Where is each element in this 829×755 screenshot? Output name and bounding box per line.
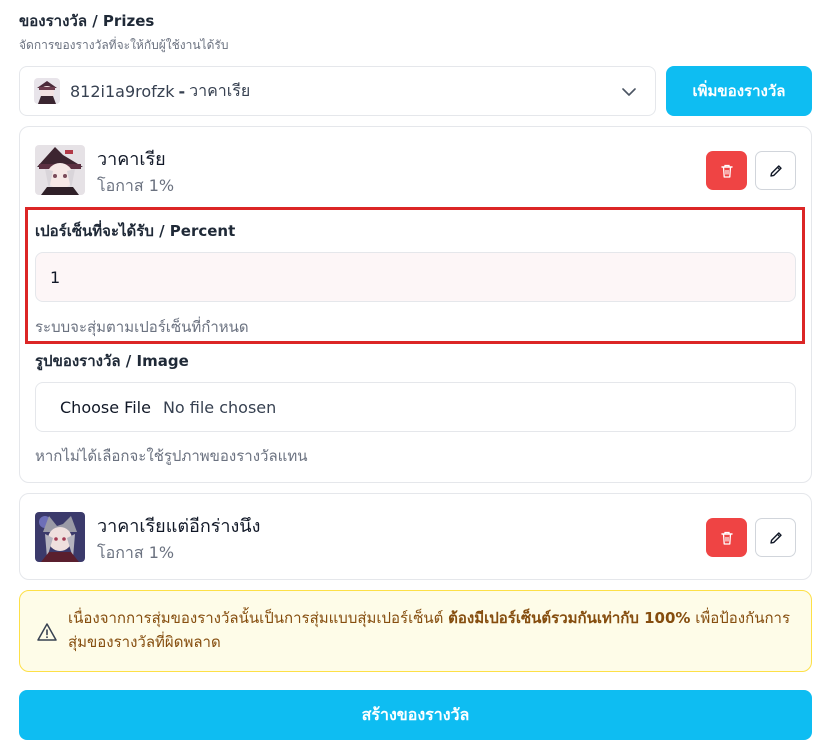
create-prize-button[interactable]: สร้างของรางวัล: [19, 690, 812, 740]
section-title: ของรางวัล / Prizes: [19, 12, 155, 30]
percent-input[interactable]: 1: [35, 252, 796, 302]
prize-selector[interactable]: 812i1a9rofzk - วาคาเรีย: [19, 66, 656, 116]
alert-text-before: เนื่องจากการสุ่มของรางวัลนั้นเป็นการสุ่ม…: [68, 609, 449, 627]
trash-icon: [720, 531, 733, 545]
delete-prize-button[interactable]: [706, 151, 747, 190]
image-file-input[interactable]: Choose File No file chosen: [35, 382, 796, 432]
trash-icon: [720, 164, 733, 178]
prize-avatar: [35, 145, 85, 195]
add-prize-button[interactable]: เพิ่มของรางวัล: [666, 66, 812, 116]
percent-help-text: ระบบจะสุ่มตามเปอร์เซ็นที่กำหนด: [35, 318, 249, 336]
warning-triangle-icon: [37, 623, 57, 641]
section-subtitle: จัดการของรางวัลที่จะให้กับผู้ใช้งานได้รั…: [19, 38, 229, 52]
selected-prize-id: 812i1a9rofzk: [70, 81, 175, 101]
file-status: No file chosen: [162, 397, 277, 417]
selected-prize-separator: -: [178, 81, 186, 101]
pencil-icon: [769, 164, 782, 177]
edit-prize-button[interactable]: [755, 518, 796, 557]
edit-prize-button[interactable]: [755, 151, 796, 190]
chevron-down-icon: [622, 88, 636, 96]
selected-prize-name: วาคาเรีย: [189, 80, 251, 100]
prize-chance: โอกาส 1%: [97, 543, 175, 562]
selected-prize-thumbnail: [34, 78, 60, 104]
pencil-icon: [769, 531, 782, 544]
prize-name: วาคาเรียแต่อีกร่างนึง: [97, 516, 261, 537]
percent-label: เปอร์เซ็นที่จะได้รับ / Percent: [35, 222, 236, 240]
image-help-text: หากไม่ได้เลือกจะใช้รูปภาพของรางวัลแทน: [35, 447, 308, 465]
percent-warning-alert: เนื่องจากการสุ่มของรางวัลนั้นเป็นการสุ่ม…: [19, 590, 812, 672]
prize-chance: โอกาส 1%: [97, 176, 175, 195]
delete-prize-button[interactable]: [706, 518, 747, 557]
prize-avatar: [35, 512, 85, 562]
alert-text-bold: ต้องมีเปอร์เซ็นต์รวมกันเท่ากับ 100%: [448, 609, 691, 627]
choose-file-button[interactable]: Choose File: [60, 398, 151, 417]
image-label: รูปของรางวัล / Image: [35, 352, 189, 370]
prize-name: วาคาเรีย: [97, 149, 166, 170]
